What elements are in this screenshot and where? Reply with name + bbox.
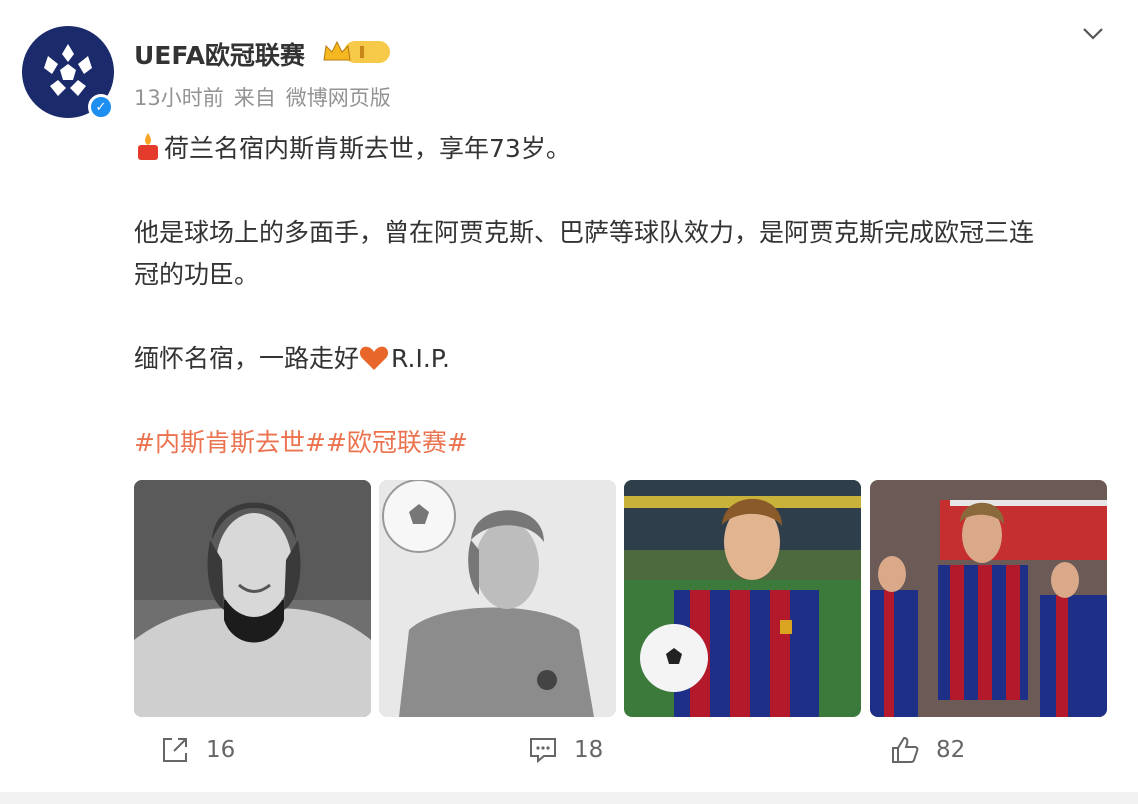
hashtags[interactable]: #内斯肯斯去世##欧冠联赛# xyxy=(134,422,468,464)
author-name[interactable]: UEFA欧冠联赛 xyxy=(134,36,305,72)
post-text-line1: 荷兰名宿内斯肯斯去世，享年73岁。 xyxy=(134,128,1114,170)
post-time[interactable]: 13小时前 xyxy=(134,86,224,110)
rip-text: R.I.P. xyxy=(391,344,450,373)
body-text-a: 他是球场上的多面手，曾在阿贾克斯、巴萨等球队效力，是阿贾克斯完成欧冠三连 xyxy=(134,218,1035,247)
weibo-post-card: ✓ UEFA欧冠联赛 13小时前 来自 微博网页版 荷兰名宿内斯肯斯去世，享年73岁… xyxy=(0,0,1138,792)
photo-2[interactable] xyxy=(379,480,616,717)
comment-button[interactable]: 18 xyxy=(528,735,603,765)
share-icon xyxy=(163,738,187,762)
photo-4-image xyxy=(870,480,1107,717)
tribute-text: 缅怀名宿，一路走好 xyxy=(134,344,360,373)
post-text-line3: 缅怀名宿，一路走好 R.I.P. xyxy=(134,338,1114,380)
share-button[interactable]: 16 xyxy=(160,735,235,765)
heart-icon xyxy=(359,346,389,370)
body-text-b: 冠的功臣。 xyxy=(134,260,260,289)
like-icon xyxy=(892,736,919,763)
post-text-line2: 他是球场上的多面手，曾在阿贾克斯、巴萨等球队效力，是阿贾克斯完成欧冠三连 冠的功… xyxy=(134,212,1114,296)
share-count: 16 xyxy=(206,737,236,763)
crown-badge-icon[interactable] xyxy=(322,38,392,66)
photo-3-image xyxy=(624,480,861,717)
comment-icon xyxy=(530,738,556,764)
like-button[interactable]: 82 xyxy=(890,735,965,765)
post-source[interactable]: 微博网页版 xyxy=(286,86,391,110)
source-prefix: 来自 xyxy=(233,86,276,110)
headline-text: 荷兰名宿内斯肯斯去世，享年73岁。 xyxy=(164,134,571,163)
photo-4[interactable] xyxy=(870,480,1107,717)
candle-icon xyxy=(138,133,158,160)
verified-icon: ✓ xyxy=(88,94,114,120)
photo-1-image xyxy=(134,480,371,717)
like-count: 82 xyxy=(936,737,966,763)
photo-3[interactable] xyxy=(624,480,861,717)
comment-count: 18 xyxy=(574,737,604,763)
photo-1[interactable] xyxy=(134,480,371,717)
photo-2-image xyxy=(379,480,616,717)
post-meta: 13小时前 来自 微博网页版 xyxy=(134,82,401,112)
chevron-down-icon[interactable] xyxy=(1079,22,1107,44)
